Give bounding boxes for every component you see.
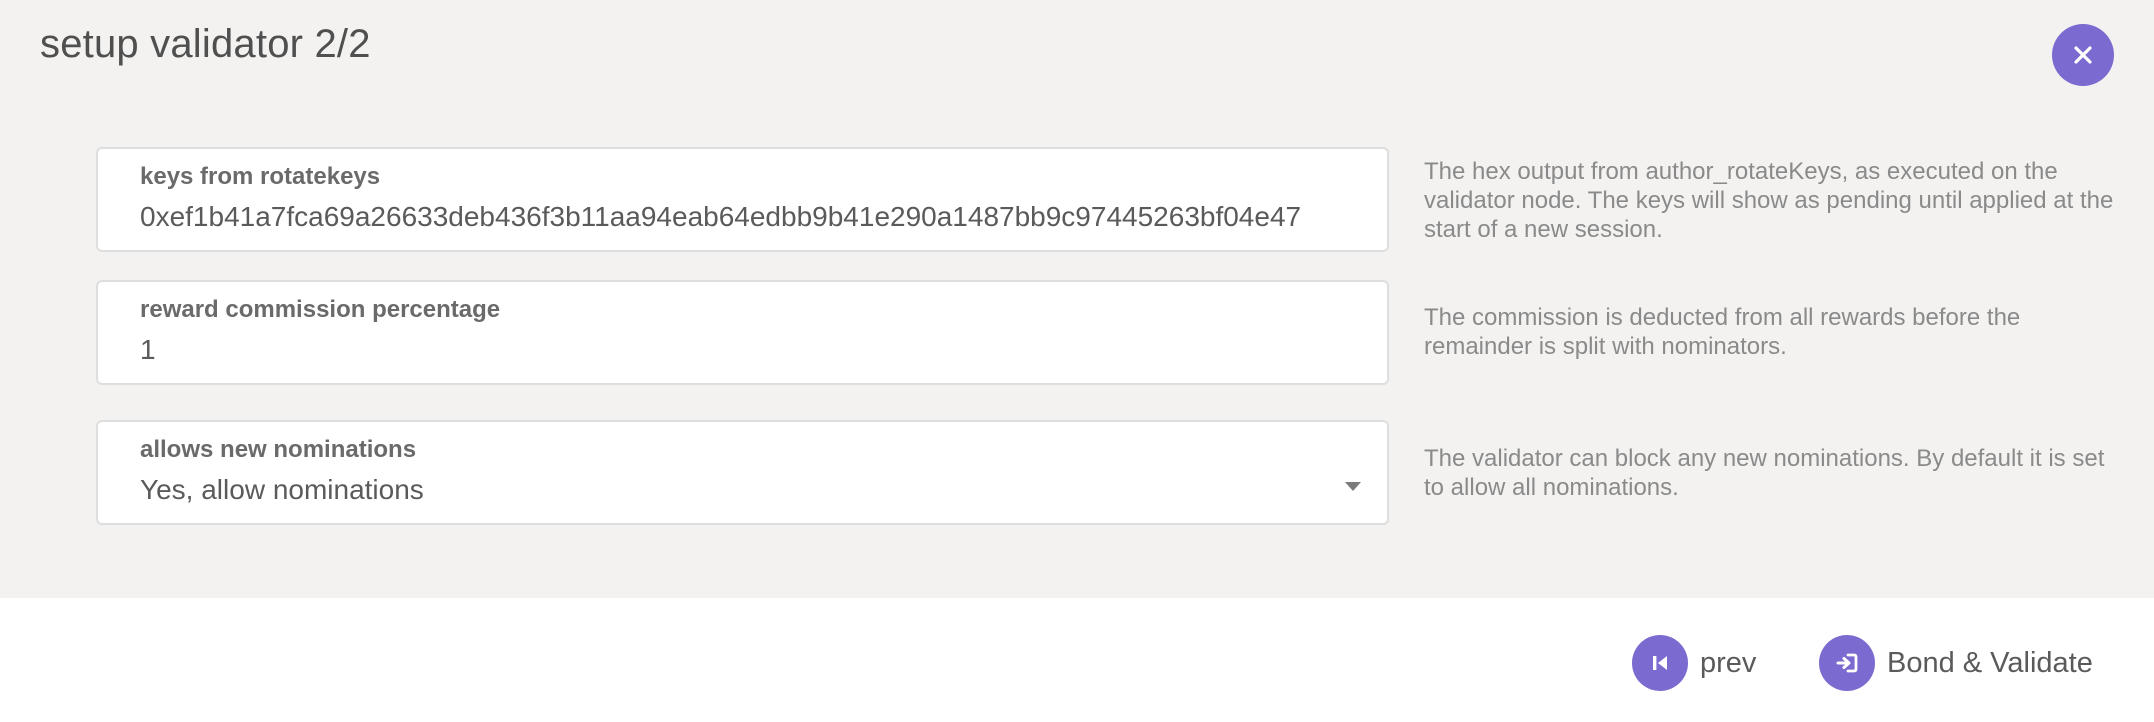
close-button[interactable]	[2052, 24, 2114, 86]
commission-help-text: The commission is deducted from all rewa…	[1424, 304, 2021, 360]
setup-validator-modal: setup validator 2/2 keys from rotatekeys…	[0, 0, 2154, 722]
keys-input[interactable]	[140, 201, 1370, 233]
nominations-selected-value: Yes, allow nominations	[140, 474, 424, 505]
prev-label: prev	[1700, 646, 1757, 679]
dropdown-caret-icon	[1345, 482, 1361, 491]
commission-label: reward commission percentage	[140, 296, 501, 323]
modal-content: setup validator 2/2 keys from rotatekeys…	[0, 0, 2154, 598]
keys-label: keys from rotatekeys	[140, 163, 381, 190]
bond-validate-label: Bond & Validate	[1887, 646, 2093, 679]
sign-in-icon	[1819, 635, 1875, 691]
step-backward-icon	[1632, 635, 1688, 691]
commission-field[interactable]: reward commission percentage	[96, 280, 1389, 385]
bond-validate-button[interactable]: Bond & Validate	[1819, 634, 2093, 692]
close-icon	[2074, 46, 2092, 64]
keys-field[interactable]: keys from rotatekeys	[96, 147, 1389, 252]
keys-help-text: The hex output from author_rotateKeys, a…	[1424, 158, 2114, 243]
nominations-help-text: The validator can block any new nominati…	[1424, 445, 2105, 501]
nominations-dropdown[interactable]: allows new nominations Yes, allow nomina…	[96, 420, 1389, 525]
nominations-label: allows new nominations	[140, 436, 417, 463]
modal-title: setup validator 2/2	[40, 22, 371, 66]
commission-input[interactable]	[140, 334, 1370, 366]
prev-button[interactable]: prev	[1632, 634, 1756, 692]
